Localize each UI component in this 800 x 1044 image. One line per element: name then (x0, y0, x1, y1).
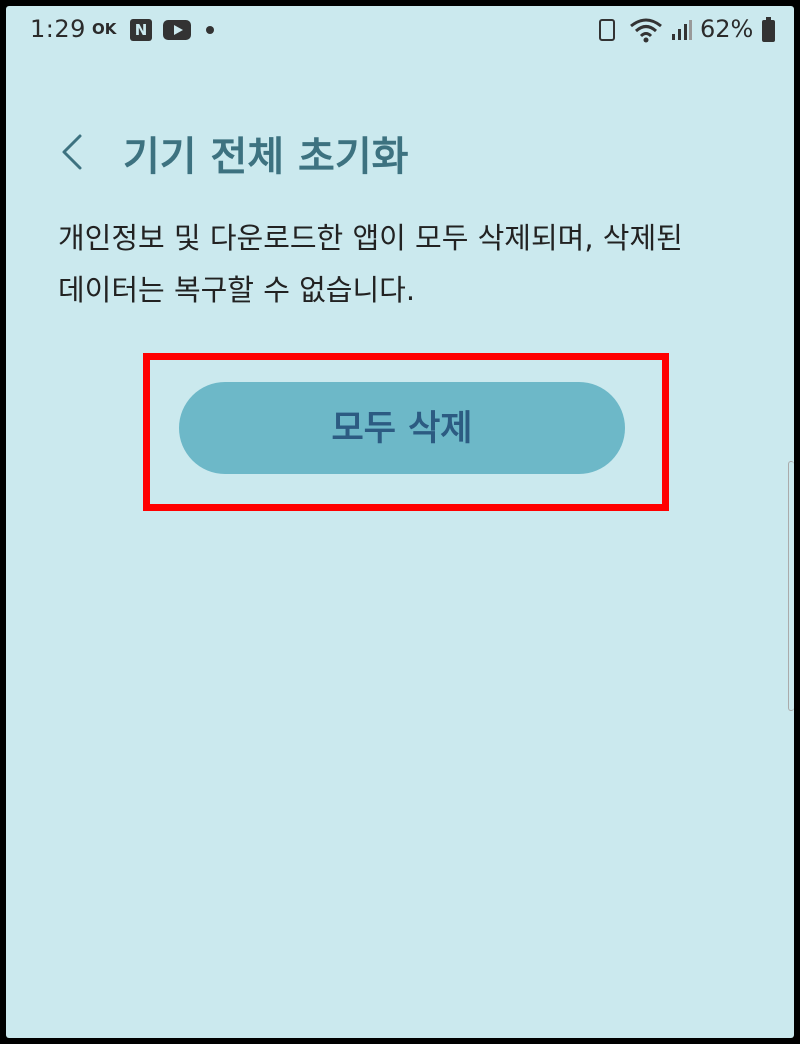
wifi-icon (630, 18, 662, 43)
page-title: 기기 전체 초기화 (123, 134, 409, 180)
youtube-icon (163, 20, 191, 40)
battery-saver-icon (599, 19, 615, 41)
battery-icon (762, 17, 775, 42)
ok-icon: OK (92, 20, 117, 38)
description-line-2: 데이터는 복구할 수 없습니다. (58, 273, 416, 307)
dot-icon (206, 26, 214, 34)
scroll-indicator (788, 461, 794, 711)
delete-all-button[interactable]: 모두 삭제 (179, 382, 625, 474)
battery-percent: 62% (700, 15, 754, 43)
back-button[interactable] (50, 126, 100, 176)
description: 개인정보 및 다운로드한 앱이 모두 삭제되며, 삭제된 데이터는 복구할 수 … (58, 212, 758, 316)
description-line-1: 개인정보 및 다운로드한 앱이 모두 삭제되며, 삭제된 (58, 221, 683, 255)
signal-icon (672, 20, 692, 40)
status-bar: 1:29 OK N 62% (6, 6, 794, 56)
chevron-left-icon (62, 134, 82, 170)
status-time: 1:29 (30, 15, 86, 43)
naver-icon: N (130, 19, 152, 41)
screen: 1:29 OK N 62% 기기 전체 초기화 개인정보 및 다운로드한 앱이 … (6, 6, 794, 1038)
